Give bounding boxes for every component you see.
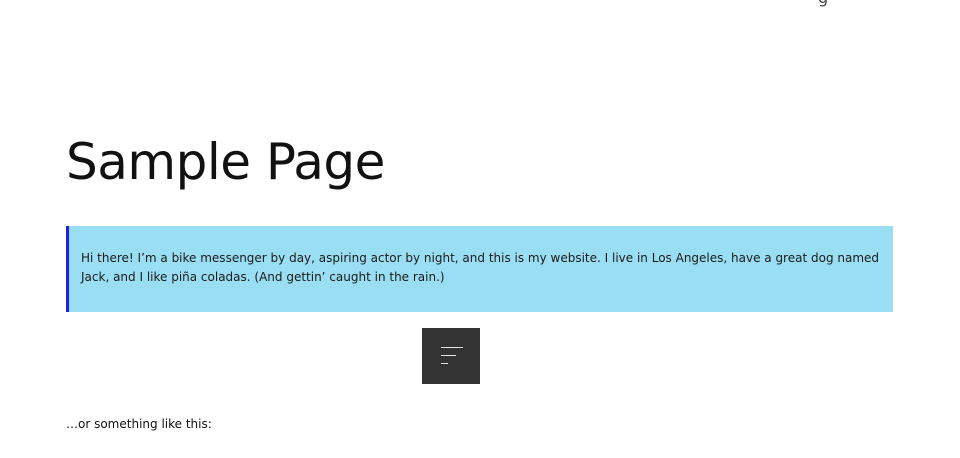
menu-toggle-button[interactable] — [422, 328, 480, 384]
menu-lines-icon — [441, 347, 465, 367]
menu-line-1 — [441, 347, 463, 348]
page: g Sample Page Hi there! I’m a bike messe… — [0, 0, 960, 458]
menu-line-2 — [441, 355, 456, 356]
intro-quote-text: Hi there! I’m a bike messenger by day, a… — [81, 251, 880, 284]
menu-line-3 — [441, 363, 448, 364]
follow-up-text: …or something like this: — [66, 417, 212, 431]
page-title: Sample Page — [66, 133, 385, 191]
intro-quote-block: Hi there! I’m a bike messenger by day, a… — [66, 226, 893, 312]
top-cutoff-glyph: g — [818, 0, 828, 6]
